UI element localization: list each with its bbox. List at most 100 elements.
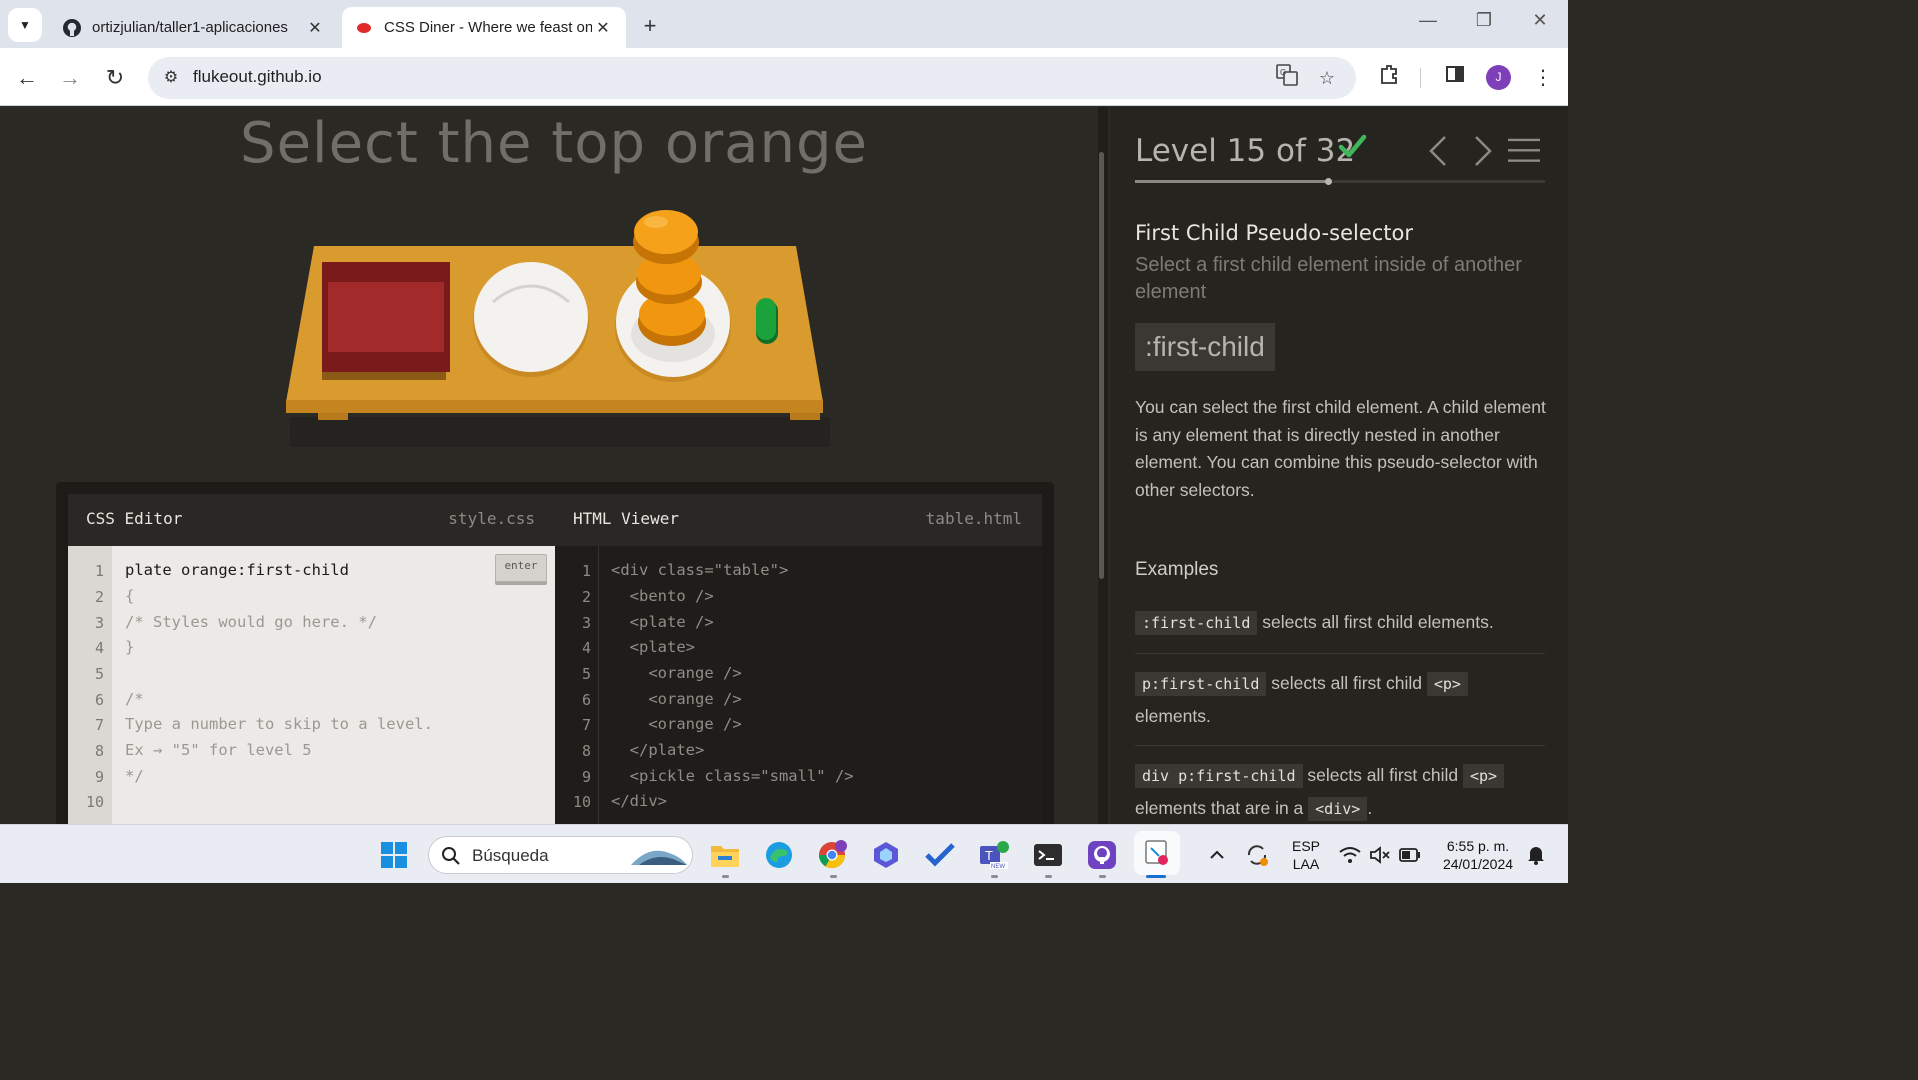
teams-icon[interactable]: T NEW [976,837,1012,873]
css-diner-icon [354,18,374,38]
browser-tab-css-diner[interactable]: CSS Diner - Where we feast on CSS ✕ [342,7,626,48]
html-code-line[interactable]: <pickle class="small" /> [611,767,854,785]
scrollbar-thumb[interactable] [1099,152,1104,579]
bento-box[interactable] [322,262,450,380]
example-text: elements. [1135,706,1211,726]
edge-browser-icon[interactable] [761,837,797,873]
line-number: 3 [94,614,104,632]
side-panel-icon[interactable] [1440,63,1470,93]
github-icon [62,18,82,38]
address-bar[interactable]: ⚙ flukeout.github.io G ☆ [148,57,1356,99]
translate-icon[interactable]: G [1272,64,1302,92]
url-text[interactable]: flukeout.github.io [193,67,322,87]
keyboard-layout: LAA [1292,856,1320,872]
line-number: 9 [94,768,104,786]
css-editor-pane[interactable]: 1 2 3 4 5 6 7 8 9 10 plate orange:first-… [68,546,555,824]
site-settings-icon[interactable]: ⚙ [158,65,184,91]
completed-check-icon [1338,134,1367,158]
level-indicator: Level 15 of 32 [1135,133,1356,169]
chevron-up-icon[interactable] [1202,837,1232,873]
taskbar-search[interactable]: Búsqueda [428,836,693,874]
clock[interactable]: 6:55 p. m. 24/01/2024 [1432,837,1524,873]
html-code-line[interactable]: <orange /> [611,690,741,708]
line-number: 6 [94,691,104,709]
example-item: p:first-child selects all first child <p… [1135,667,1545,732]
chrome-browser-icon[interactable] [814,837,850,873]
table-shadow [290,417,830,447]
previous-level-icon[interactable] [1423,135,1455,167]
selector-hint: You can select the first child element. … [1135,397,1546,500]
reload-icon[interactable]: ↻ [100,63,130,93]
css-selector-input[interactable]: plate orange:first-child [125,561,349,579]
input-language[interactable]: ESP LAA [1286,837,1326,873]
html-code-line[interactable]: </plate> [611,741,705,759]
close-window-icon[interactable]: ✕ [1520,10,1560,31]
back-icon[interactable]: ← [12,63,42,93]
running-indicator [1045,875,1052,878]
line-number: 2 [94,588,104,606]
start-windows-icon[interactable] [376,837,412,873]
progress-marker [1324,178,1332,185]
snipping-tool-icon[interactable] [1134,831,1180,875]
browser-tab-github[interactable]: ortizjulian/taller1-aplicaciones ✕ [50,7,338,48]
example-text: selects all first child elements. [1257,612,1494,632]
battery-icon[interactable] [1396,837,1424,873]
html-code-line[interactable]: <orange /> [611,664,741,682]
notification-bell-icon[interactable] [1524,837,1548,873]
line-number: 4 [581,639,591,657]
browser-toolbar: ← → ↻ ⚙ flukeout.github.io G ☆ J ⋮ [0,48,1568,106]
level-menu-icon[interactable] [1508,135,1540,167]
tab-title: CSS Diner - Where we feast on CSS [384,19,592,36]
html-code-line[interactable]: <orange /> [611,715,741,733]
restore-icon[interactable]: ❐ [1464,10,1504,31]
line-number: 8 [94,742,104,760]
css-editor-header: CSS Editor style.css [68,494,555,546]
language-code: ESP [1291,838,1320,854]
enter-button[interactable]: enter [495,554,547,582]
search-placeholder: Búsqueda [472,846,549,865]
profile-avatar[interactable]: J [1486,65,1511,90]
selector-subheading: Select a first child element inside of a… [1135,254,1522,303]
example-text: . [1367,798,1373,818]
search-icon [442,847,460,865]
dining-table [286,210,830,447]
clock-time: 6:55 p. m. [1446,838,1510,854]
empty-plate[interactable] [473,262,589,377]
running-indicator [991,875,998,878]
progress-fill [1135,180,1328,183]
github-desktop-icon[interactable] [1084,837,1120,873]
example-item: div p:first-child selects all first chil… [1135,759,1545,824]
forward-icon[interactable]: → [55,63,85,93]
new-tab-button[interactable]: + [636,12,664,40]
selector-syntax: :first-child [1135,323,1275,371]
close-tab-icon[interactable]: ✕ [592,18,614,38]
bookmark-star-icon[interactable]: ☆ [1312,64,1342,92]
html-code-line[interactable]: <div class="table"> [611,561,788,579]
next-level-icon[interactable] [1466,135,1498,167]
chevron-down-icon: ▼ [19,18,31,32]
html-code-line[interactable]: <plate /> [611,613,714,631]
html-code-line[interactable]: <bento /> [611,587,714,605]
wifi-icon[interactable] [1336,837,1364,873]
copilot-icon[interactable] [868,837,904,873]
file-explorer-icon[interactable] [707,837,743,873]
tab-search-button[interactable]: ▼ [8,8,42,42]
minimize-icon[interactable]: — [1408,10,1448,31]
browser-menu-icon[interactable]: ⋮ [1528,63,1558,93]
terminal-icon[interactable] [1030,837,1066,873]
examples-title: Examples [1135,559,1219,580]
extensions-icon[interactable] [1374,63,1404,93]
sync-icon[interactable] [1242,837,1272,873]
active-indicator [1146,875,1166,878]
line-number: 6 [581,691,591,709]
close-tab-icon[interactable]: ✕ [304,18,326,38]
small-pickle[interactable] [756,298,778,344]
line-number: 10 [85,793,104,811]
html-viewer-header: HTML Viewer table.html [555,494,1042,546]
volume-muted-icon[interactable] [1366,837,1394,873]
code-editor: CSS Editor style.css HTML Viewer table.h… [56,482,1054,824]
html-code-line[interactable]: <plate> [611,638,695,656]
html-code-line[interactable]: </div> [611,792,667,810]
orange-stack[interactable] [633,210,706,346]
todo-icon[interactable] [922,837,958,873]
